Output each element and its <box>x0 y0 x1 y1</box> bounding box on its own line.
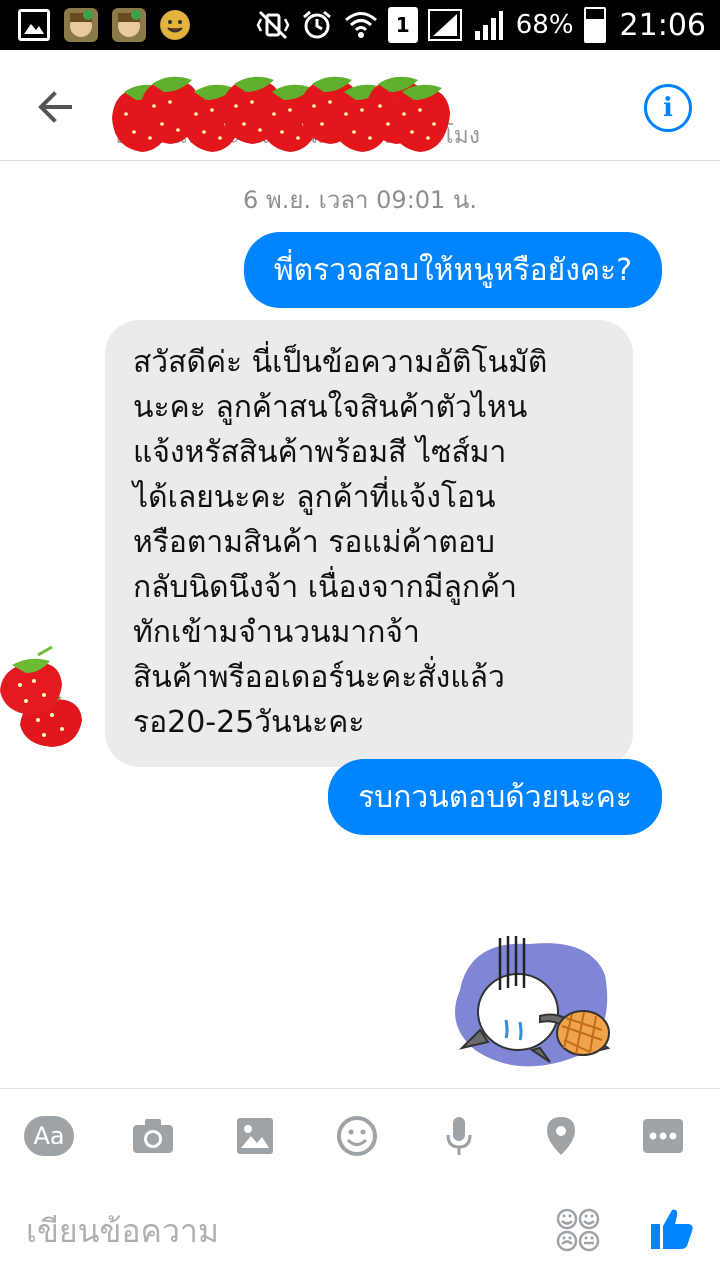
emoji-icon <box>337 1116 377 1156</box>
strawberry-icon <box>0 645 62 715</box>
message-line: กลับนิดนึงจ้า เนื่องจากมีลูกค้า <box>133 570 517 605</box>
cat-sticker[interactable] <box>440 930 640 1080</box>
image-icon <box>237 1118 273 1154</box>
message-text: รบกวนตอบด้วยนะคะ <box>358 779 632 815</box>
strawberry-sticker-overlay <box>112 76 450 152</box>
sim-slot-label: 1 <box>395 13 410 37</box>
vibrate-mute-icon <box>256 8 290 42</box>
system-indicators: 1 68% 21:06 <box>256 0 706 50</box>
message-line: ได้เลยนะคะ ลูกค้าที่แจ้งโอน <box>133 480 496 515</box>
clock: 21:06 <box>619 7 706 43</box>
message-line: สินค้าพรีออเดอร์นะคะสั่งแล้ว <box>133 660 505 695</box>
info-button[interactable]: i <box>644 84 692 132</box>
camera-button[interactable] <box>128 1114 178 1158</box>
back-button[interactable] <box>30 82 80 132</box>
composer-toolbar: Aa <box>0 1100 720 1170</box>
location-button[interactable] <box>536 1114 586 1158</box>
more-button[interactable] <box>638 1114 688 1158</box>
text-format-icon: Aa <box>24 1116 74 1156</box>
message-line: นะคะ ลูกค้าสนใจสินค้าตัวไหน <box>133 390 528 425</box>
contact-title[interactable]: บกติดแล้วจะ กลับในเวลา ไม่กี่ชั่วโมง <box>110 62 590 152</box>
battery-charging-icon <box>583 7 606 43</box>
message-line: รอ20-25วันนะคะ <box>133 705 365 740</box>
notification-icons <box>18 8 190 42</box>
battery-percent: 68% <box>515 10 574 40</box>
conversation-header: บกติดแล้วจะ กลับในเวลา ไม่กี่ชั่วโมง i <box>0 50 720 161</box>
signal-icon <box>427 8 462 42</box>
info-icon: i <box>663 93 673 123</box>
message-line: หรือตามสินค้า รอแม่ค้าตอบ <box>133 525 495 560</box>
voice-button[interactable] <box>434 1114 484 1158</box>
contact-avatar[interactable] <box>0 645 90 750</box>
sticker-button[interactable] <box>556 1208 600 1252</box>
like-button[interactable] <box>648 1204 696 1252</box>
message-input[interactable] <box>24 1200 508 1262</box>
camera-icon <box>133 1119 173 1153</box>
outgoing-message[interactable]: รบกวนตอบด้วยนะคะ <box>328 759 662 835</box>
status-bar: 1 68% 21:06 <box>0 0 720 50</box>
message-line: ทักเข้ามจำนวนมากจ้า <box>133 615 420 650</box>
thumbs-up-icon <box>651 1209 693 1249</box>
text-format-button[interactable]: Aa <box>24 1114 74 1158</box>
composer-divider <box>0 1088 720 1089</box>
melon-bread <box>556 1010 610 1056</box>
app-avatar-icon <box>64 8 98 42</box>
wifi-icon <box>344 8 378 42</box>
gallery-button[interactable] <box>230 1114 280 1158</box>
sticker-faces-icon <box>556 1208 600 1252</box>
incoming-message[interactable]: สวัสดีค่ะ นี่เป็นข้อความอัติโนมัติ นะคะ … <box>105 320 633 767</box>
microphone-icon <box>446 1117 472 1155</box>
gallery-icon <box>18 9 50 41</box>
outgoing-message[interactable]: พี่ตรวจสอบให้หนูหรือยังคะ? <box>243 232 662 308</box>
app-avatar-icon <box>112 8 146 42</box>
composer-input-row <box>0 1190 720 1270</box>
signal-icon <box>472 8 506 42</box>
message-text: พี่ตรวจสอบให้หนูหรือยังคะ? <box>273 252 632 288</box>
alarm-icon <box>300 8 334 42</box>
arrow-left-icon <box>38 91 72 123</box>
sim-icon: 1 <box>387 7 418 43</box>
message-line: แจ้งหรัสสินค้าพร้อมสี ไซส์มา <box>133 435 507 470</box>
emoji-button[interactable] <box>332 1114 382 1158</box>
more-icon <box>643 1119 683 1153</box>
message-timestamp: 6 พ.ย. เวลา 09:01 น. <box>243 186 477 214</box>
emoji-face-icon <box>160 10 190 40</box>
location-pin-icon <box>547 1117 575 1155</box>
message-line: สวัสดีค่ะ นี่เป็นข้อความอัติโนมัติ <box>133 345 548 380</box>
